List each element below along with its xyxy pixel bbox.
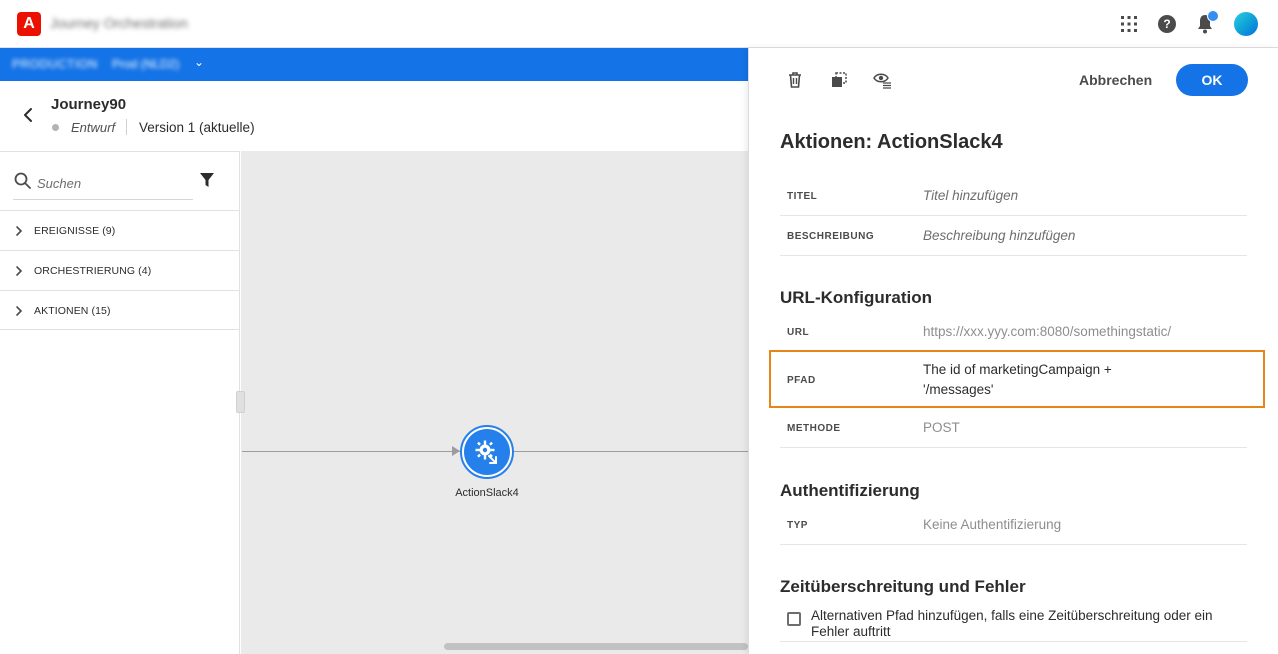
journey-canvas[interactable]	[241, 151, 748, 654]
pfad-value-line1: The id of marketingCampaign +	[923, 362, 1112, 377]
methode-value: POST	[923, 420, 960, 435]
category-ereignisse[interactable]: EREIGNISSE (9)	[0, 210, 239, 250]
search-box	[13, 166, 193, 200]
delete-icon[interactable]	[785, 70, 805, 90]
activity-palette: EREIGNISSE (9) ORCHESTRIERUNG (4) AKTION…	[0, 151, 240, 654]
titel-input[interactable]: Titel hinzufügen	[923, 188, 1018, 203]
top-icons: ?	[1100, 10, 1258, 38]
flow-connector-out	[514, 451, 748, 452]
field-pfad[interactable]: PFAD The id of marketingCampaign + '/mes…	[780, 352, 1247, 406]
panel-resize-handle[interactable]	[236, 391, 245, 413]
user-avatar[interactable]	[1234, 12, 1258, 36]
field-label: BESCHREIBUNG	[787, 231, 875, 242]
beschreibung-input[interactable]: Beschreibung hinzufügen	[923, 228, 1075, 243]
field-typ: TYP Keine Authentifizierung	[780, 508, 1247, 545]
flow-connector	[242, 451, 460, 452]
cancel-button[interactable]: Abbrechen	[1065, 64, 1166, 96]
org-name[interactable]: PRODUCTION	[12, 57, 98, 71]
journey-name: Journey90	[51, 96, 127, 113]
field-titel[interactable]: TITEL Titel hinzufügen	[780, 176, 1247, 216]
chevron-down-icon[interactable]: ⌄	[194, 55, 204, 69]
field-url: URL https://xxx.yyy.com:8080/somethingst…	[780, 316, 1247, 348]
chevron-right-icon	[13, 224, 25, 238]
category-aktionen[interactable]: AKTIONEN (15)	[0, 290, 239, 330]
journey-status: Entwurf	[71, 120, 116, 135]
apps-grid-icon[interactable]	[1118, 13, 1140, 35]
flow-arrow-icon	[452, 446, 460, 456]
ok-button[interactable]: OK	[1176, 64, 1248, 96]
app-title[interactable]: Journey Orchestration	[50, 15, 188, 31]
filter-icon[interactable]	[199, 172, 215, 188]
timeout-checkbox-label[interactable]: Alternativen Pfad hinzufügen, falls eine…	[811, 608, 1251, 640]
field-label: METHODE	[787, 423, 841, 434]
section-title-timeout: Zeitüberschreitung und Fehler	[780, 577, 1026, 596]
section-title-url: URL-Konfiguration	[780, 288, 933, 307]
field-beschreibung[interactable]: BESCHREIBUNG Beschreibung hinzufügen	[780, 216, 1247, 256]
action-config-panel: Abbrechen OK Aktionen: ActionSlack4 TITE…	[748, 48, 1278, 654]
chevron-right-icon	[13, 264, 25, 278]
search-input[interactable]	[37, 171, 187, 195]
chevron-right-icon	[13, 304, 25, 318]
action-node[interactable]	[460, 425, 514, 479]
search-icon	[13, 171, 33, 191]
typ-value: Keine Authentifizierung	[923, 517, 1062, 532]
notification-badge	[1207, 10, 1219, 22]
category-label: ORCHESTRIERUNG (4)	[34, 265, 152, 277]
action-node-label: ActionSlack4	[455, 487, 519, 499]
panel-title: Aktionen: ActionSlack4	[780, 131, 1003, 153]
field-label: TITEL	[787, 191, 818, 202]
duplicate-icon[interactable]	[829, 70, 849, 90]
notifications-bell-icon[interactable]	[1194, 10, 1219, 35]
header-divider	[126, 119, 127, 135]
sandbox-name[interactable]: Prod (NLD2)	[112, 57, 179, 71]
divider	[780, 641, 1247, 642]
top-bar: A Journey Orchestration ?	[0, 0, 1278, 48]
category-list: EREIGNISSE (9) ORCHESTRIERUNG (4) AKTION…	[0, 210, 239, 330]
field-label: PFAD	[787, 375, 816, 386]
adobe-logo[interactable]: A	[17, 12, 41, 36]
category-label: EREIGNISSE (9)	[34, 225, 116, 237]
journey-header: Journey90 Entwurf Version 1 (aktuelle)	[0, 81, 748, 151]
view-details-icon[interactable]	[873, 70, 893, 90]
canvas-horizontal-scrollbar[interactable]	[444, 643, 748, 650]
section-title-auth: Authentifizierung	[780, 481, 920, 500]
org-bar: PRODUCTION Prod (NLD2) ⌄	[0, 48, 748, 81]
field-methode: METHODE POST	[780, 410, 1247, 448]
back-arrow-icon[interactable]	[18, 105, 38, 125]
timeout-checkbox[interactable]	[787, 612, 801, 626]
category-orchestrierung[interactable]: ORCHESTRIERUNG (4)	[0, 250, 239, 290]
url-value: https://xxx.yyy.com:8080/somethingstatic…	[923, 324, 1172, 339]
pfad-value-line2: '/messages'	[923, 382, 994, 397]
status-indicator	[52, 124, 59, 131]
action-gear-icon	[464, 429, 510, 475]
panel-toolbar	[785, 70, 917, 90]
field-label: URL	[787, 327, 810, 338]
help-icon[interactable]: ?	[1158, 15, 1176, 33]
journey-version: Version 1 (aktuelle)	[139, 120, 255, 135]
category-label: AKTIONEN (15)	[34, 305, 111, 317]
field-label: TYP	[787, 520, 808, 531]
